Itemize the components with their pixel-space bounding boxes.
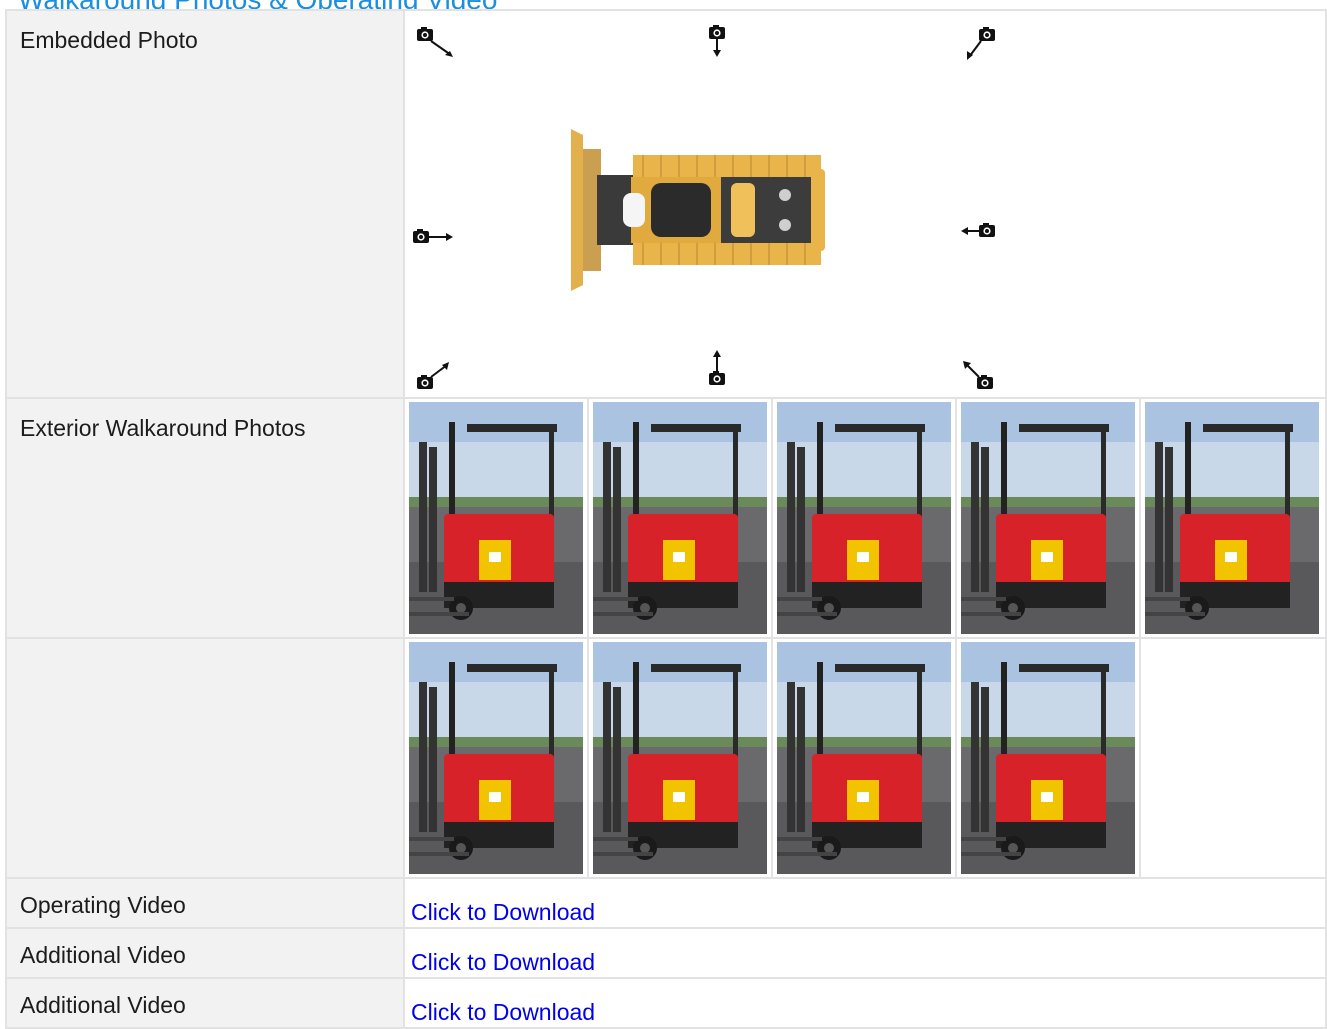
camera-front-right-icon [967,27,995,60]
link-cell: Click to Download [403,877,1327,929]
forklift-photo-2[interactable] [589,399,773,637]
row-label: Exterior Walkaround Photos [20,415,306,441]
camera-front-icon [709,25,725,57]
camera-rear-icon [709,350,725,385]
forklift-photo-8[interactable] [773,639,957,877]
row-label: Additional Video [20,942,186,968]
camera-rear-right-icon [963,361,993,389]
row-label: Operating Video [20,892,186,918]
embedded-photo-row: Embedded Photo [5,9,1327,399]
additional-video-row: Additional Video Click to Download [5,927,1327,979]
exterior-photos-row-2 [5,637,1327,879]
camera-front-left-icon [417,27,453,57]
camera-right-icon [961,223,995,237]
forklift-photo-6[interactable] [405,639,589,877]
forklift-photo-7[interactable] [589,639,773,877]
label-cell: Operating Video [5,877,405,929]
label-cell-empty [5,637,405,879]
row-label: Additional Video [20,992,186,1018]
forklift-photo-1[interactable] [405,399,589,637]
additional-video-row-2: Additional Video Click to Download [5,977,1327,1029]
bulldozer-top-view-icon [571,129,825,291]
label-cell: Additional Video [5,977,405,1029]
link-cell: Click to Download [403,927,1327,979]
camera-left-icon [413,229,453,243]
operating-video-row: Operating Video Click to Download [5,877,1327,929]
embedded-photo-diagram [403,9,1327,399]
label-cell: Additional Video [5,927,405,979]
operating-video-download-link[interactable]: Click to Download [411,899,595,926]
camera-rear-left-icon [417,362,449,389]
label-cell: Embedded Photo [5,9,405,399]
forklift-photo-3[interactable] [773,399,957,637]
forklift-photo-4[interactable] [957,399,1141,637]
forklift-photo-9[interactable] [957,639,1141,877]
link-cell: Click to Download [403,977,1327,1029]
exterior-photos-row: Exterior Walkaround Photos [5,397,1327,639]
additional-video-download-link-2[interactable]: Click to Download [411,999,595,1026]
photo-strip [403,397,1327,639]
label-cell: Exterior Walkaround Photos [5,397,405,639]
inspection-table: Embedded Photo Exterior Walkaround Photo… [5,9,1327,1029]
additional-video-download-link[interactable]: Click to Download [411,949,595,976]
row-label: Embedded Photo [20,27,198,53]
photo-strip [403,637,1327,879]
empty-photo-slot [1141,639,1325,877]
forklift-photo-5[interactable] [1141,399,1325,637]
